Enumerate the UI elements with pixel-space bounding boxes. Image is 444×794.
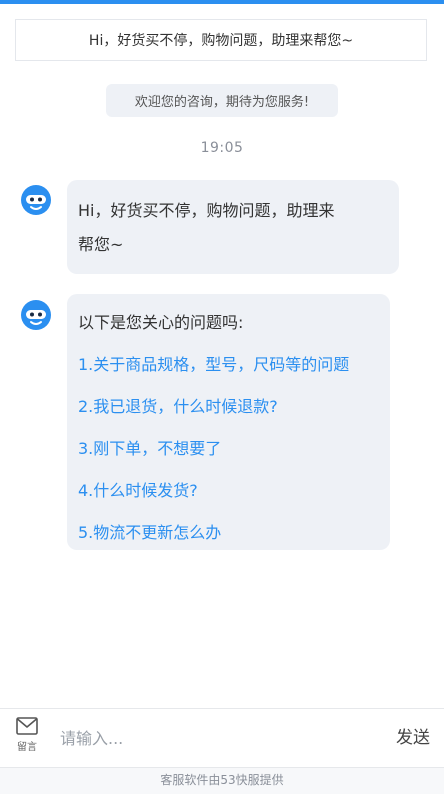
- send-button[interactable]: 发送: [396, 721, 430, 755]
- chat-bubble-faq: 以下是您关心的问题吗: 1.关于商品规格，型号，尺码等的问题 2.我已退货，什么…: [67, 294, 390, 550]
- footer-credit: 客服软件由53快服提供: [0, 768, 444, 794]
- faq-question-link[interactable]: 4.什么时候发货?: [78, 470, 380, 512]
- message-input-bar: 留言 发送: [0, 708, 444, 768]
- faq-question-link[interactable]: 5.物流不更新怎么办: [78, 512, 380, 554]
- faq-question-link[interactable]: 3.刚下单，不想要了: [78, 428, 380, 470]
- notice-banner: Hi，好货买不停，购物问题，助理来帮您~: [15, 19, 427, 61]
- leave-message-label: 留言: [17, 742, 37, 753]
- bubble-text-line: Hi，好货买不停，购物问题，助理来: [78, 201, 335, 220]
- robot-avatar-icon: [20, 299, 52, 331]
- faq-question-link[interactable]: 1.关于商品规格，型号，尺码等的问题: [78, 344, 380, 386]
- chat-bubble-greeting: Hi，好货买不停，购物问题，助理来 帮您~: [67, 180, 399, 274]
- message-timestamp: 19:05: [200, 140, 244, 156]
- welcome-message: 欢迎您的咨询，期待为您服务!: [106, 84, 338, 117]
- leave-message-button[interactable]: 留言: [12, 717, 42, 753]
- message-input[interactable]: [56, 721, 364, 755]
- bubble-text-line: 帮您~: [78, 235, 124, 254]
- faq-title: 以下是您关心的问题吗:: [78, 313, 244, 332]
- notice-text: Hi，好货买不停，购物问题，助理来帮您~: [88, 33, 354, 49]
- faq-question-link[interactable]: 2.我已退货，什么时候退款?: [78, 386, 380, 428]
- welcome-text: 欢迎您的咨询，期待为您服务!: [134, 95, 310, 110]
- robot-avatar-icon: [20, 184, 52, 216]
- top-accent-bar: [0, 0, 444, 4]
- envelope-icon: [12, 717, 42, 735]
